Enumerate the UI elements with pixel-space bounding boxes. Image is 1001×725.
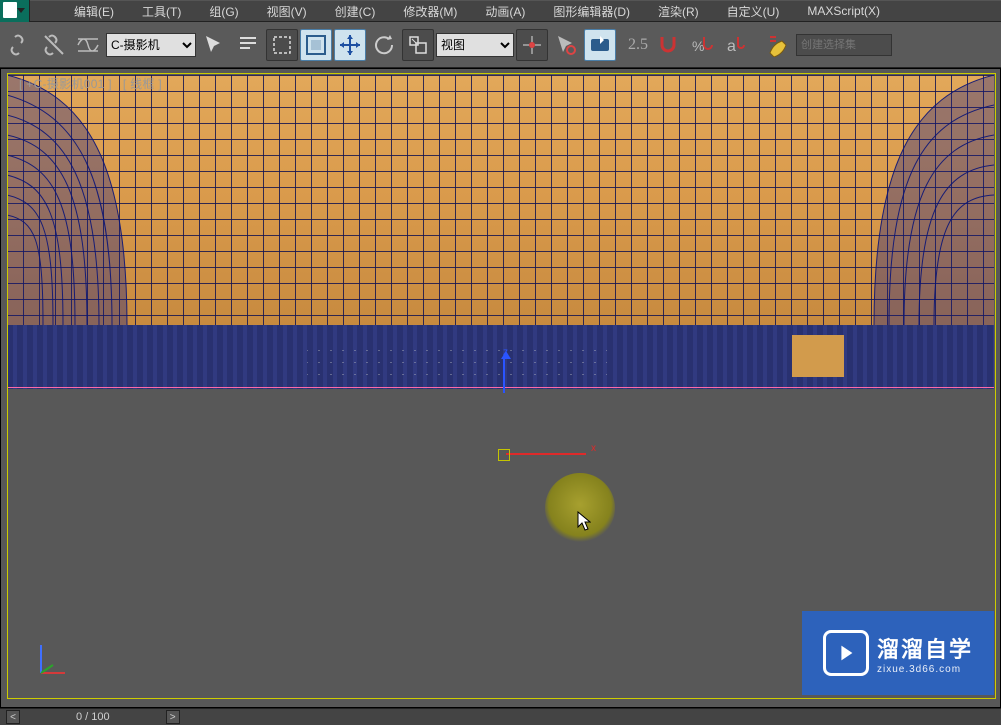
scene-curve-right <box>844 75 994 325</box>
scene-strip <box>7 325 994 389</box>
window-crossing-icon[interactable] <box>300 29 332 61</box>
time-scroll-right[interactable]: > <box>166 710 180 724</box>
select-by-name-icon[interactable] <box>232 29 264 61</box>
viewport-selector[interactable]: C-摄影机 <box>106 33 196 57</box>
menu-maxscript[interactable]: MAXScript(X) <box>793 1 894 21</box>
viewport-label[interactable]: [ +C-摄影机001 ] [ 线框 ] <box>19 75 162 92</box>
menu-animation[interactable]: 动画(A) <box>471 1 539 21</box>
time-slider-bar: < 0 / 100 > <box>0 708 1001 725</box>
link-icon[interactable] <box>4 29 36 61</box>
keyboard-shortcut-icon[interactable] <box>584 29 616 61</box>
scene-curve-left <box>7 75 157 325</box>
viewport[interactable]: z x [ +C-摄影机001 ] [ 线框 ] 溜溜自学 zixue.3d66… <box>0 68 1001 708</box>
app-menu-icon[interactable] <box>0 0 30 22</box>
watermark-play-icon <box>823 630 869 676</box>
frame-counter: 0 / 100 <box>28 711 158 723</box>
snap-toggle-icon[interactable] <box>652 29 684 61</box>
gizmo-z-axis <box>503 357 505 393</box>
menu-views[interactable]: 视图(V) <box>253 1 321 21</box>
ref-coord-selector[interactable]: 视图 <box>436 33 514 57</box>
menu-rendering[interactable]: 渲染(R) <box>644 1 713 21</box>
select-manipulate-icon[interactable] <box>550 29 582 61</box>
scale-icon[interactable] <box>402 29 434 61</box>
svg-text:a: a <box>727 38 736 55</box>
angle-snap-icon[interactable]: % <box>686 29 718 61</box>
move-icon[interactable] <box>334 29 366 61</box>
edit-named-sel-icon[interactable] <box>762 29 794 61</box>
menu-customize[interactable]: 自定义(U) <box>713 1 794 21</box>
main-toolbar: C-摄影机 视图 2.5 % a <box>0 22 1001 68</box>
svg-text:%: % <box>692 38 704 54</box>
selection-region-icon[interactable] <box>266 29 298 61</box>
watermark-badge: 溜溜自学 zixue.3d66.com <box>802 611 994 695</box>
menu-modifiers[interactable]: 修改器(M) <box>389 1 471 21</box>
bind-spacewarp-icon[interactable] <box>72 29 104 61</box>
time-scroll-left[interactable]: < <box>6 710 20 724</box>
menu-group[interactable]: 组(G) <box>195 1 252 21</box>
use-pivot-icon[interactable] <box>516 29 548 61</box>
named-selection-input[interactable] <box>796 34 892 56</box>
menu-bar: 编辑(E) 工具(T) 组(G) 视图(V) 创建(C) 修改器(M) 动画(A… <box>0 0 1001 22</box>
watermark-url: zixue.3d66.com <box>877 664 973 675</box>
gizmo-z-label: z <box>503 347 508 358</box>
percent-snap-icon[interactable]: a <box>720 29 752 61</box>
menu-tools[interactable]: 工具(T) <box>128 1 195 21</box>
scene-mesh-panel <box>7 75 994 325</box>
menu-create[interactable]: 创建(C) <box>321 1 390 21</box>
watermark-title: 溜溜自学 <box>877 632 973 664</box>
menu-edit[interactable]: 编辑(E) <box>60 1 128 21</box>
snap-value-label: 2.5 <box>626 36 650 54</box>
rotate-icon[interactable] <box>368 29 400 61</box>
unlink-icon[interactable] <box>38 29 70 61</box>
select-cursor-icon[interactable] <box>198 29 230 61</box>
menu-grapheditor[interactable]: 图形编辑器(D) <box>539 1 644 21</box>
